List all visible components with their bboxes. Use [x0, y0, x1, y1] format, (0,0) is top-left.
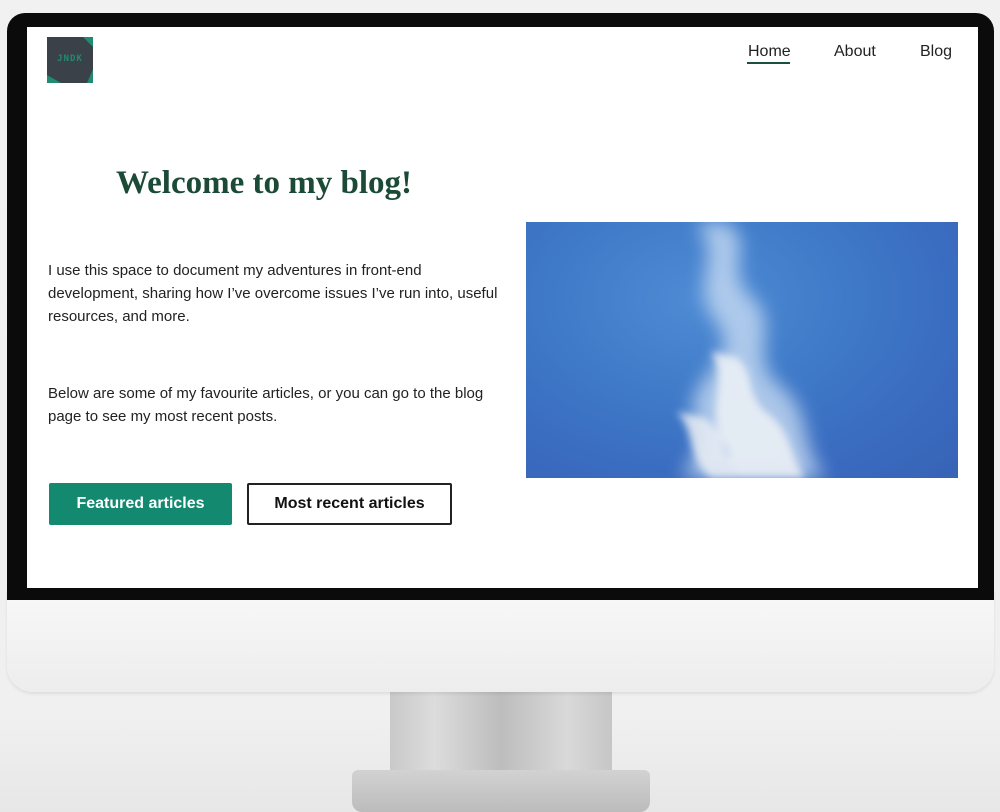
site-logo[interactable]: JNDK [47, 37, 93, 83]
featured-articles-button[interactable]: Featured articles [49, 483, 232, 525]
recent-articles-button[interactable]: Most recent articles [247, 483, 452, 525]
logo-initials: JNDK [57, 54, 83, 64]
articles-paragraph: Below are some of my favourite articles,… [48, 385, 484, 425]
monitor-stand-base [352, 770, 650, 812]
nav-link-home[interactable]: Home [748, 43, 791, 61]
cloud-illustration [676, 222, 826, 478]
logo-accent-shape [47, 75, 61, 83]
page-title: Welcome to my blog! [115, 165, 413, 201]
intro-paragraph: I use this space to document my adventur… [48, 262, 498, 325]
monitor-screen: JNDK Home About Blog Welcome to my blog!… [27, 27, 978, 588]
nav-active-indicator [747, 62, 790, 64]
logo-accent-shape [83, 37, 93, 47]
hero-sky-image [526, 222, 958, 478]
nav-link-blog[interactable]: Blog [920, 43, 952, 61]
logo-accent-shape [87, 69, 93, 83]
nav-link-about[interactable]: About [834, 43, 876, 61]
monitor-chin [7, 590, 994, 692]
